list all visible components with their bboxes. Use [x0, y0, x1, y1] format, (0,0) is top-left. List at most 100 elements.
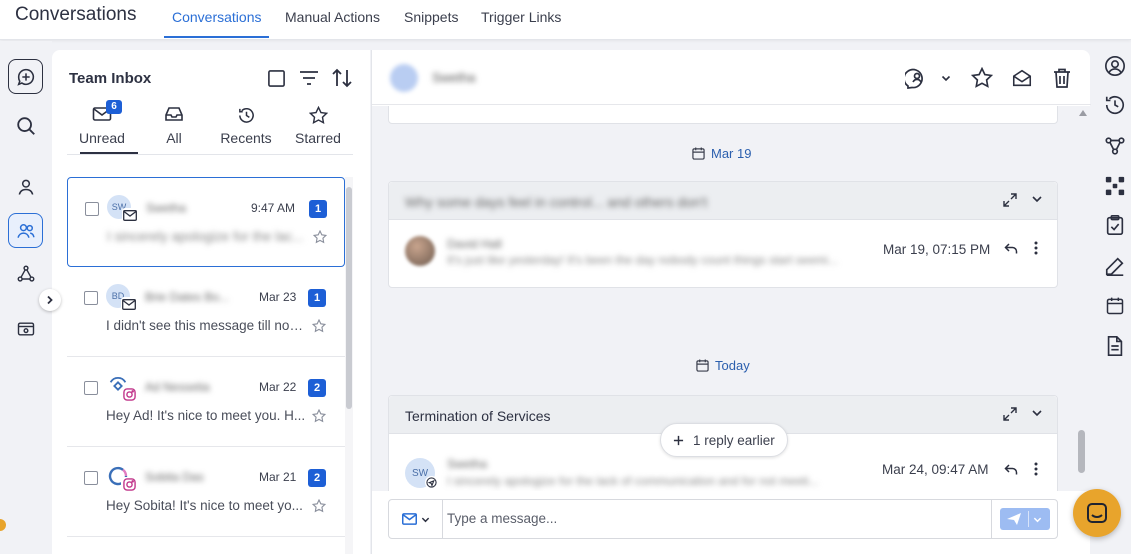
email-icon — [401, 513, 417, 525]
contact-avatar — [390, 64, 418, 92]
filter-tab-label: Recents — [220, 130, 272, 146]
thread-contact-name[interactable]: Swetha — [432, 70, 475, 85]
thread-panel: Swetha Mar 19 Why some days feel in cont… — [371, 50, 1091, 554]
contact-name: Ad Nessetia — [145, 380, 210, 394]
inbox-panel: Team Inbox 6 Unread All Recents Starred … — [52, 50, 370, 554]
star-icon[interactable] — [312, 409, 326, 423]
tab-snippets[interactable]: Snippets — [404, 9, 458, 25]
message-input[interactable]: Type a message... — [447, 511, 557, 526]
contact-profile-icon[interactable] — [1103, 54, 1127, 78]
conversation-item[interactable]: Ad Nessetia Mar 22 2 Hey Ad! It's nice t… — [67, 357, 345, 447]
message-time: Mar 24, 09:47 AM — [882, 462, 989, 477]
star-icon[interactable] — [313, 230, 327, 244]
filter-tab-recents[interactable]: Recents — [216, 106, 276, 146]
filter-tabs-divider — [67, 154, 353, 155]
unread-badge: 1 — [308, 289, 326, 307]
filter-tab-label: All — [166, 130, 182, 146]
email-subject: Why some days feel in control... and oth… — [405, 194, 708, 210]
delete-icon[interactable] — [1049, 65, 1075, 91]
history-icon[interactable] — [1103, 93, 1127, 117]
sender-name: David Hall — [447, 237, 502, 251]
more-options-icon[interactable] — [1034, 241, 1038, 255]
filter-tab-all[interactable]: All — [144, 106, 204, 146]
conversation-time: 9:47 AM — [251, 201, 296, 215]
contact-name: Sobita Das — [145, 470, 204, 484]
tasks-icon[interactable] — [1103, 213, 1127, 237]
document-icon[interactable] — [1103, 334, 1127, 358]
filter-tab-starred[interactable]: Starred — [288, 106, 348, 146]
reply-earlier-button[interactable]: 1 reply earlier — [660, 423, 788, 457]
send-button[interactable] — [1000, 508, 1050, 530]
chevron-down-icon[interactable] — [1031, 407, 1043, 421]
reply-icon[interactable] — [1004, 462, 1018, 476]
previous-message-card — [388, 106, 1058, 124]
message-preview[interactable]: It's just like yesterday! It's been the … — [447, 253, 857, 267]
thread-scrollbar[interactable] — [1078, 430, 1085, 473]
star-icon[interactable] — [312, 499, 326, 513]
conversation-item[interactable]: BD Brie Dates Bo... Mar 23 1 I didn't se… — [67, 267, 345, 357]
plus-icon — [673, 435, 684, 445]
conversation-item[interactable]: Sobita Das Mar 21 2 Hey Sobita! It's nic… — [67, 447, 345, 537]
message-time: Mar 19, 07:15 PM — [883, 242, 991, 257]
notes-pen-icon[interactable] — [1103, 254, 1127, 278]
filter-tab-unread[interactable]: 6 Unread — [72, 100, 132, 146]
team-icon[interactable] — [8, 213, 43, 248]
expand-sidebar-button[interactable] — [39, 289, 61, 311]
email-subject: Termination of Services — [405, 408, 551, 424]
conversation-checkbox[interactable] — [84, 291, 98, 305]
send-icon — [1007, 513, 1021, 525]
channel-selector[interactable] — [389, 500, 443, 538]
star-icon[interactable] — [312, 319, 326, 333]
sender-avatar — [405, 236, 435, 266]
unread-badge: 2 — [308, 469, 326, 487]
filter-tab-label: Unread — [79, 130, 125, 146]
more-options-icon[interactable] — [1034, 462, 1038, 476]
date-label: Today — [715, 358, 750, 373]
contact-icon[interactable] — [8, 169, 43, 204]
conversation-checkbox[interactable] — [84, 471, 98, 485]
assign-agent-button[interactable] — [905, 65, 951, 91]
app-title: Conversations — [15, 4, 137, 25]
list-scrollbar[interactable] — [346, 187, 352, 409]
instagram-channel-icon — [121, 477, 137, 491]
right-rail — [1098, 41, 1131, 554]
compose-icon[interactable] — [8, 59, 43, 94]
filter-icon[interactable] — [298, 67, 320, 89]
email-group-header[interactable]: Why some days feel in control... and oth… — [389, 182, 1057, 220]
flow-icon[interactable] — [8, 256, 43, 291]
star-conversation-icon[interactable] — [969, 65, 995, 91]
search-icon[interactable] — [8, 108, 43, 143]
instagram-channel-icon — [121, 387, 137, 401]
conversation-item[interactable]: SW Swetha 9:47 AM 1 I sincerely apologiz… — [67, 177, 345, 267]
select-all-checkbox[interactable] — [265, 67, 287, 89]
expand-icon[interactable] — [1003, 407, 1017, 421]
workflow-icon[interactable] — [1103, 134, 1127, 158]
conversation-checkbox[interactable] — [84, 381, 98, 395]
conversation-time: Mar 21 — [259, 470, 297, 484]
support-chat-button[interactable] — [1073, 489, 1121, 537]
sort-icon[interactable] — [331, 67, 353, 89]
reply-icon[interactable] — [1004, 241, 1018, 255]
date-separator: Today — [696, 358, 750, 373]
tab-manual-actions[interactable]: Manual Actions — [285, 9, 380, 25]
conversation-preview: I sincerely apologize for the lac... — [107, 229, 304, 244]
thread-header: Swetha — [372, 50, 1091, 105]
chat-icon — [1087, 503, 1107, 523]
conversation-time: Mar 22 — [259, 380, 297, 394]
chevron-down-icon[interactable] — [1031, 193, 1043, 207]
segments-icon[interactable] — [1103, 174, 1127, 198]
email-channel-icon — [425, 476, 438, 489]
tab-trigger-links[interactable]: Trigger Links — [481, 9, 561, 25]
conversation-checkbox[interactable] — [85, 202, 99, 216]
preview-icon[interactable] — [8, 311, 43, 346]
message-composer: Type a message... — [388, 499, 1058, 539]
tab-conversations[interactable]: Conversations — [172, 9, 262, 25]
calendar-icon[interactable] — [1103, 294, 1127, 318]
expand-icon[interactable] — [1003, 193, 1017, 207]
mark-read-icon[interactable] — [1009, 65, 1035, 91]
conversation-preview: I didn't see this message till now... — [106, 318, 306, 333]
top-bar: Conversations Conversations Manual Actio… — [0, 0, 1131, 40]
conversation-time: Mar 23 — [259, 290, 297, 304]
unread-badge: 1 — [309, 200, 327, 218]
message-preview[interactable]: I sincerely apologize for the lack of co… — [447, 474, 857, 488]
